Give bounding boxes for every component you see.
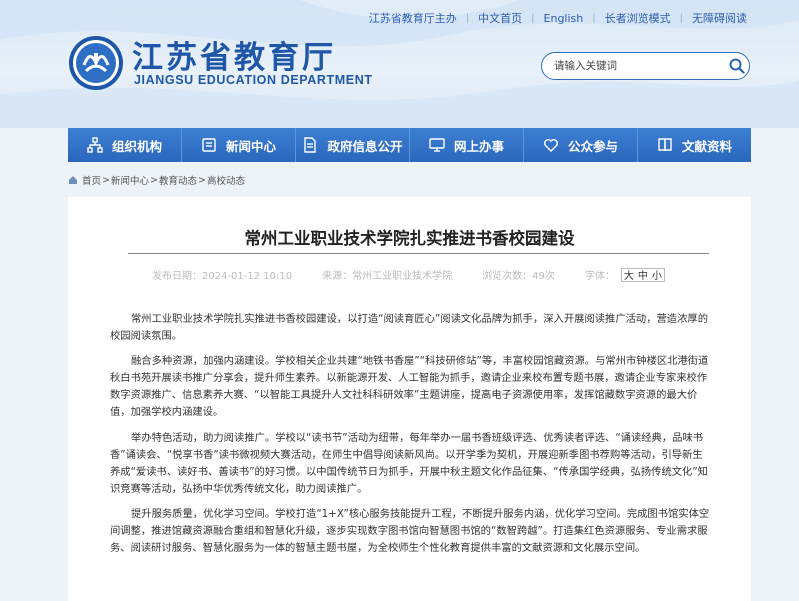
nav-label: 新闻中心	[225, 138, 276, 154]
article-source: 来源：常州工业职业技术学院	[322, 271, 453, 282]
publish-date: 发布日期：2024-01-12 10:10	[152, 271, 293, 282]
font-size-label: 字体：	[584, 271, 615, 282]
nav-item-news[interactable]: 新闻中心	[182, 128, 296, 162]
nav-item-documents[interactable]: 文献资料	[638, 128, 751, 162]
article-paragraph: 提升服务质量，优化学习空间。学校打造“1+X”核心服务技能提升工程，不断提升服务…	[110, 507, 710, 555]
breadcrumb: 首页 > 新闻中心 > 教育动态 > 高校动态	[68, 173, 245, 187]
article-title: 常州工业职业技术学院扎实推进书香校园建设	[244, 229, 575, 248]
article-body: 常州工业职业技术学院扎实推进书香校园建设，以打造“阅读育匠心”阅读文化品牌为抓手…	[110, 311, 710, 565]
article-meta: 发布日期：2024-01-12 10:10 来源：常州工业职业技术学院 浏览次数…	[152, 267, 665, 282]
site-header: 江苏省教育厅主办 | 中文首页 | English | 长者浏览模式 | 无障碍…	[0, 0, 799, 128]
article-paragraph: 举办特色活动，助力阅读推广。学校以“读书节”活动为纽带，每年举办一届书香班级评选…	[110, 431, 708, 495]
nav-item-online-services[interactable]: 网上办事	[410, 128, 524, 162]
breadcrumb-news-center[interactable]: 新闻中心	[111, 173, 149, 187]
main-nav: 组织机构 新闻中心 政府信息公开 网上办事 公众参与 文献资料	[68, 128, 751, 162]
breadcrumb-education-news[interactable]: 教育动态	[159, 173, 197, 187]
nav-label: 网上办事	[453, 138, 504, 154]
nav-item-gov-info[interactable]: 政府信息公开	[296, 128, 410, 162]
title-divider	[128, 253, 709, 254]
font-size-large-button[interactable]: 大	[624, 267, 634, 282]
search-box	[541, 52, 750, 80]
topbar-link-host[interactable]: 江苏省教育厅主办	[369, 10, 457, 26]
article-paragraph: 常州工业职业技术学院扎实推进书香校园建设，以打造“阅读育匠心”阅读文化品牌为抓手…	[110, 313, 708, 343]
monitor-icon	[429, 137, 445, 153]
breadcrumb-university-news[interactable]: 高校动态	[207, 173, 245, 187]
search-icon[interactable]	[725, 54, 749, 78]
font-size-small-button[interactable]: 小	[652, 267, 662, 282]
topbar-link-elder-mode[interactable]: 长者浏览模式	[605, 10, 671, 26]
org-chart-icon	[87, 137, 103, 153]
home-icon	[68, 175, 78, 185]
font-size-medium-button[interactable]: 中	[638, 267, 648, 282]
heart-icon	[543, 137, 559, 153]
jiangsu-education-emblem-icon[interactable]	[68, 35, 124, 91]
search-input[interactable]	[554, 54, 726, 78]
article-paragraph: 融合多种资源，加强内涵建设。学校相关企业共建“地铁书香屋”“科技研修站”等，丰富…	[110, 355, 709, 419]
topbar-link-accessibility[interactable]: 无障碍阅读	[692, 10, 747, 26]
nav-label: 政府信息公开	[327, 138, 403, 154]
topbar-link-english[interactable]: English	[544, 12, 584, 25]
site-logo-subtitle: JIANGSU EDUCATION DEPARTMENT	[134, 73, 373, 87]
nav-label: 公众参与	[567, 138, 618, 154]
news-icon	[201, 137, 217, 153]
book-icon	[657, 137, 673, 153]
site-logo-title[interactable]: 江苏省教育厅	[132, 32, 336, 77]
nav-item-public-participation[interactable]: 公众参与	[524, 128, 638, 162]
top-links-bar: 江苏省教育厅主办 | 中文首页 | English | 长者浏览模式 | 无障碍…	[368, 10, 747, 26]
view-count: 浏览次数：49次	[482, 271, 555, 282]
document-icon	[302, 137, 318, 153]
font-size-controls: 大 中 小	[620, 267, 665, 282]
breadcrumb-home[interactable]: 首页	[82, 173, 101, 187]
nav-label: 组织机构	[111, 138, 162, 154]
article-panel: 常州工业职业技术学院扎实推进书香校园建设 发布日期：2024-01-12 10:…	[68, 197, 751, 601]
topbar-link-chinese-home[interactable]: 中文首页	[478, 10, 522, 26]
nav-label: 文献资料	[681, 138, 732, 154]
nav-item-organization[interactable]: 组织机构	[68, 128, 182, 162]
